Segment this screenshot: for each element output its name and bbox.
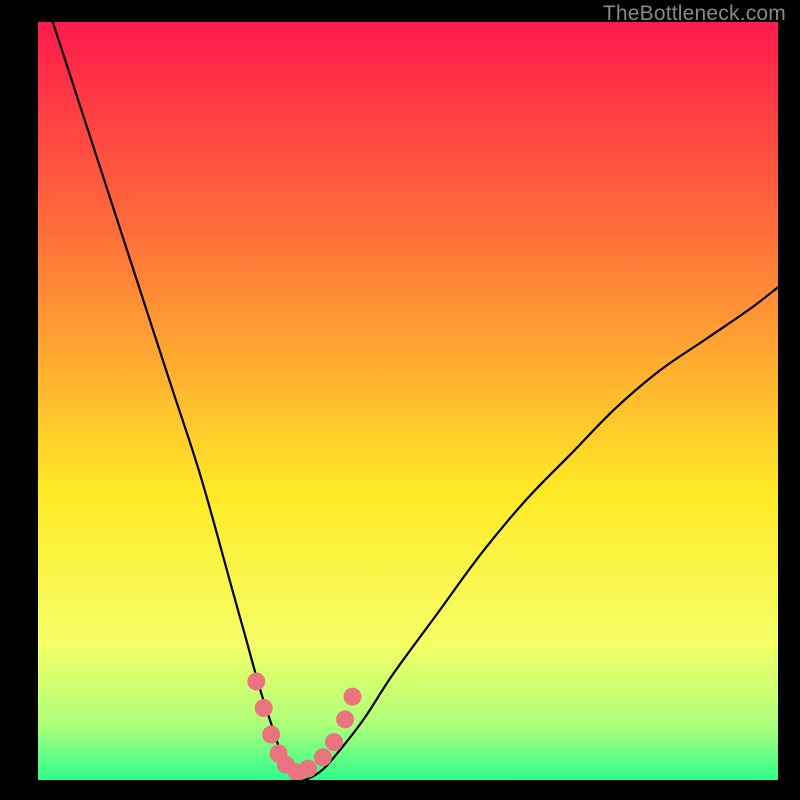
highlight-point [325,733,343,751]
chart-frame: TheBottleneck.com [0,0,800,800]
highlight-point [336,710,354,728]
gradient-background [38,22,778,780]
highlight-point [314,748,332,766]
watermark-text: TheBottleneck.com [603,2,786,26]
highlight-point [299,760,317,778]
highlight-point [262,726,280,744]
chart-svg [38,22,778,780]
highlight-point [344,688,362,706]
chart-plot-area [38,22,778,780]
highlight-point [255,699,273,717]
highlight-point [247,672,265,690]
